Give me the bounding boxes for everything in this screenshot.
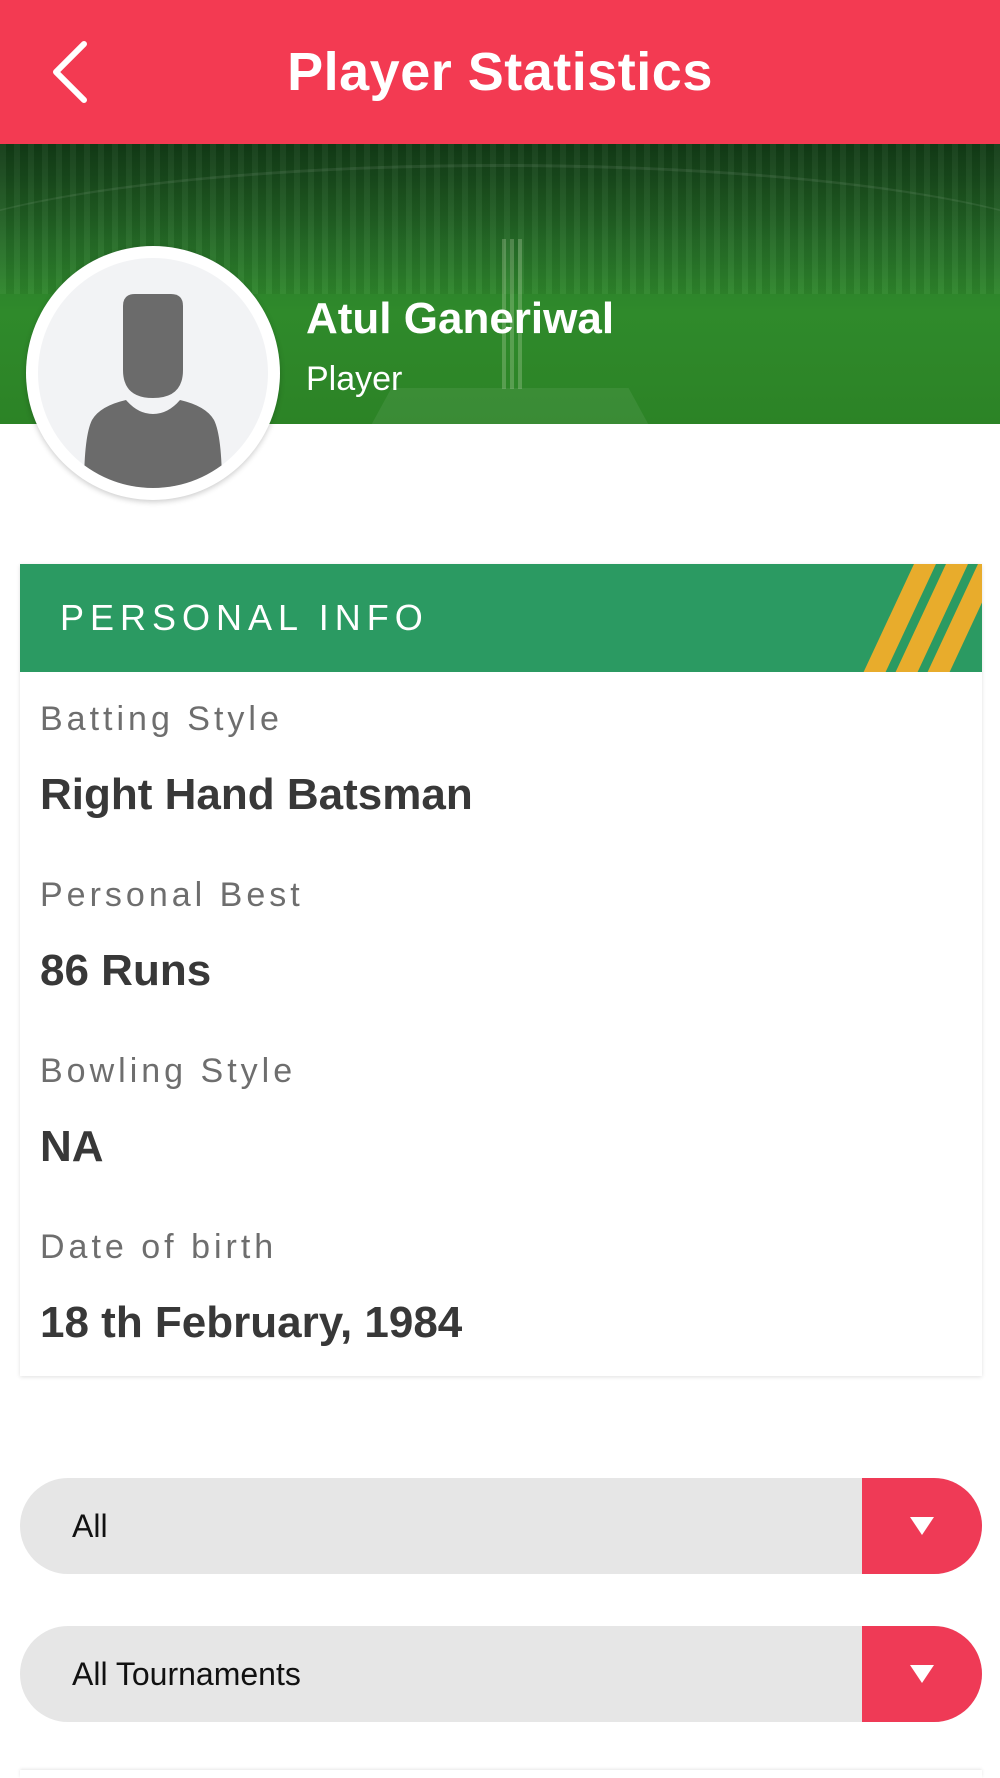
bowling-style-value: NA: [40, 1122, 104, 1171]
tournament-filter-dropdown[interactable]: All Tournaments: [20, 1626, 982, 1722]
app-bar: Player Statistics: [0, 0, 1000, 144]
player-role: Player: [306, 360, 403, 398]
section-title: PERSONAL INFO: [60, 597, 429, 638]
batting-style-label: Batting Style: [40, 700, 283, 738]
back-button[interactable]: [30, 32, 110, 112]
bowling-style-label: Bowling Style: [40, 1052, 297, 1090]
batting-style-value: Right Hand Batsman: [40, 770, 473, 819]
date-of-birth-label: Date of birth: [40, 1228, 278, 1266]
personal-best-label: Personal Best: [40, 876, 304, 914]
format-filter-toggle[interactable]: [862, 1478, 982, 1574]
format-filter-value: All: [72, 1508, 108, 1544]
avatar: [26, 246, 280, 500]
tournament-filter-toggle[interactable]: [862, 1626, 982, 1722]
triangle-down-icon: [910, 1517, 934, 1535]
personal-info-header: PERSONAL INFO: [20, 564, 982, 672]
triangle-down-icon: [910, 1665, 934, 1683]
personal-best-value: 86 Runs: [40, 946, 212, 995]
page-title: Player Statistics: [287, 42, 713, 102]
person-silhouette-icon: [84, 294, 222, 488]
personal-info-card: PERSONAL INFO Batting Style Right Hand B…: [20, 564, 982, 1376]
date-of-birth-value: 18 th February, 1984: [40, 1298, 463, 1347]
pitch-graphic: [366, 388, 654, 424]
chevron-left-icon: [53, 41, 87, 103]
player-name: Atul Ganeriwal: [306, 294, 615, 343]
format-filter-dropdown[interactable]: All: [20, 1478, 982, 1574]
next-card-edge: [20, 1770, 982, 1778]
tournament-filter-value: All Tournaments: [72, 1656, 301, 1692]
